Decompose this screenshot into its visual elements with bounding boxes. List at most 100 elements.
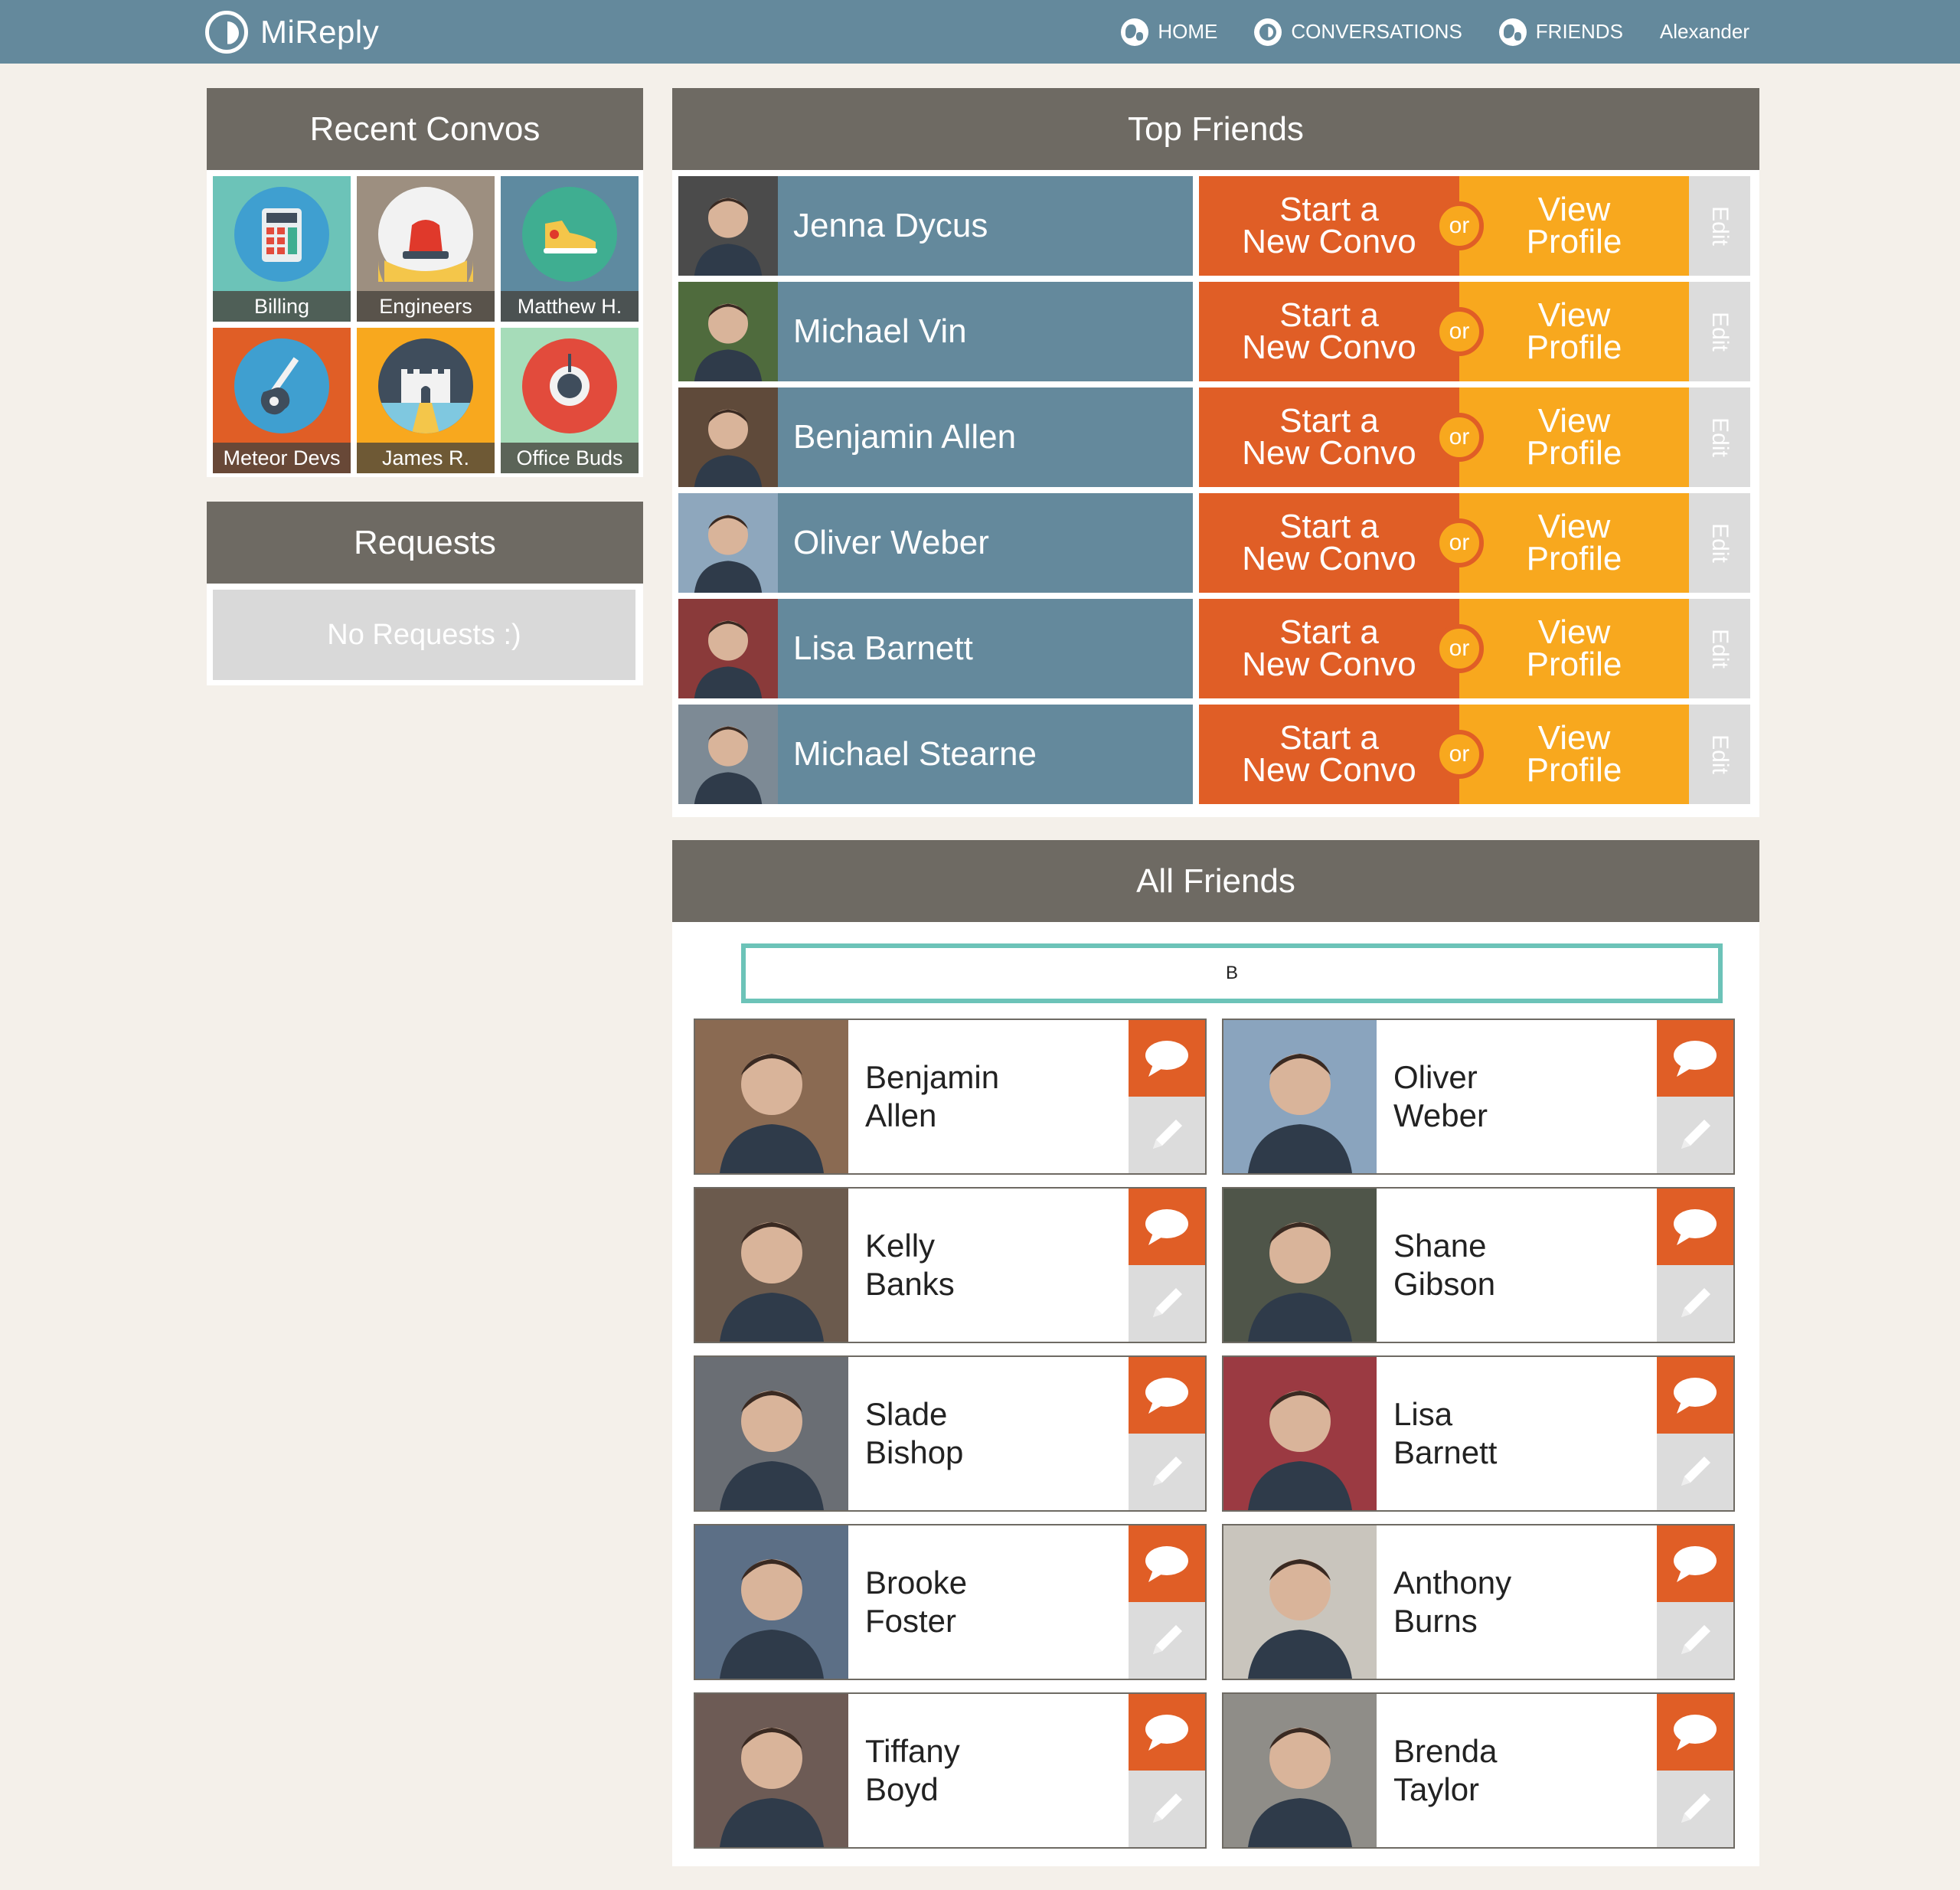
view-profile-button[interactable]: View Profile [1459,599,1689,698]
friend-search-input[interactable] [741,943,1723,1003]
friend-avatar[interactable] [678,387,778,487]
pencil-icon[interactable] [1129,1771,1205,1847]
start-new-convo-button[interactable]: Start a New Convo [1199,599,1459,698]
friend-avatar [1223,1189,1377,1342]
no-requests-message: No Requests :) [213,590,635,680]
edit-friend-button[interactable]: Edit [1689,387,1750,487]
friend-card[interactable]: Shane Gibson [1222,1187,1735,1343]
friend-name: Shane Gibson [1393,1189,1638,1342]
guitar-icon [234,338,329,433]
or-separator: or [1435,624,1484,673]
pencil-icon[interactable] [1657,1097,1733,1173]
friend-card[interactable]: Oliver Weber [1222,1019,1735,1175]
top-friend-name[interactable]: Benjamin Allen [778,387,1193,487]
pencil-icon[interactable] [1129,1097,1205,1173]
pencil-icon[interactable] [1657,1265,1733,1342]
edit-friend-button[interactable]: Edit [1689,599,1750,698]
edit-friend-button[interactable]: Edit [1689,493,1750,593]
nav-friends-label: FRIENDS [1535,20,1623,43]
chat-bubble-icon[interactable] [1129,1694,1205,1771]
friend-first-name: Slade [865,1396,948,1432]
friend-name: Tiffany Boyd [865,1694,1110,1847]
friend-avatar [695,1525,848,1679]
convo-tile-matthew-h[interactable]: Matthew H. [501,176,639,322]
convo-tile-office-buds[interactable]: Office Buds [501,328,639,473]
view-profile-line1: View [1537,402,1611,440]
pencil-icon[interactable] [1657,1602,1733,1679]
edit-friend-button[interactable]: Edit [1689,282,1750,381]
friend-card[interactable]: Tiffany Boyd [694,1692,1207,1849]
nav-conversations[interactable]: CONVERSATIONS [1254,18,1462,46]
chat-bubble-icon[interactable] [1129,1525,1205,1602]
friend-card[interactable]: Anthony Burns [1222,1524,1735,1680]
convo-label: James R. [357,443,495,473]
friend-card[interactable]: Kelly Banks [694,1187,1207,1343]
edit-label: Edit [1707,206,1733,246]
start-new-convo-button[interactable]: Start a New Convo [1199,493,1459,593]
top-friend-name[interactable]: Lisa Barnett [778,599,1193,698]
view-profile-button[interactable]: View Profile [1459,705,1689,804]
view-profile-line1: View [1537,296,1611,334]
friend-card[interactable]: Brenda Taylor [1222,1692,1735,1849]
friend-avatar [1223,1694,1377,1847]
top-friend-name[interactable]: Michael Vin [778,282,1193,381]
friend-last-name: Weber [1393,1097,1488,1133]
chat-bubble-icon[interactable] [1129,1189,1205,1265]
start-new-convo-button[interactable]: Start a New Convo [1199,282,1459,381]
friend-avatar[interactable] [678,493,778,593]
view-profile-line1: View [1537,191,1611,228]
chat-bubble-icon[interactable] [1657,1357,1733,1434]
view-profile-line2: Profile [1526,434,1622,472]
convo-tile-billing[interactable]: Billing [213,176,351,322]
pencil-icon[interactable] [1657,1771,1733,1847]
start-convo-line1: Start a [1279,613,1379,651]
view-profile-button[interactable]: View Profile [1459,387,1689,487]
nav-home[interactable]: HOME [1121,18,1217,46]
convo-tile-engineers[interactable]: Engineers [357,176,495,322]
view-profile-button[interactable]: View Profile [1459,176,1689,276]
chat-bubble-icon[interactable] [1657,1020,1733,1097]
friend-avatar[interactable] [678,599,778,698]
friend-first-name: Lisa [1393,1396,1453,1432]
view-profile-button[interactable]: View Profile [1459,282,1689,381]
edit-friend-button[interactable]: Edit [1689,176,1750,276]
chat-bubble-icon[interactable] [1129,1357,1205,1434]
friend-avatar[interactable] [678,705,778,804]
view-profile-line2: Profile [1526,646,1622,683]
friend-card[interactable]: Lisa Barnett [1222,1355,1735,1512]
pencil-icon[interactable] [1129,1602,1205,1679]
top-friends-panel: Top Friends Jenna Dycus Start a New Convo V… [672,88,1759,817]
top-friend-name[interactable]: Oliver Weber [778,493,1193,593]
pencil-icon[interactable] [1129,1265,1205,1342]
friend-first-name: Oliver [1393,1059,1478,1095]
nav-user-name[interactable]: Alexander [1660,20,1749,44]
friend-avatar[interactable] [678,282,778,381]
or-separator: or [1435,518,1484,567]
chat-bubble-icon[interactable] [1657,1525,1733,1602]
edit-friend-button[interactable]: Edit [1689,705,1750,804]
start-new-convo-button[interactable]: Start a New Convo [1199,176,1459,276]
friend-first-name: Anthony [1393,1565,1512,1601]
view-profile-line2: Profile [1526,540,1622,577]
friend-card[interactable]: Benjamin Allen [694,1019,1207,1175]
start-new-convo-button[interactable]: Start a New Convo [1199,387,1459,487]
view-profile-button[interactable]: View Profile [1459,493,1689,593]
top-friend-name[interactable]: Jenna Dycus [778,176,1193,276]
chat-bubble-icon[interactable] [1657,1694,1733,1771]
globe-icon [1121,18,1149,46]
start-new-convo-button[interactable]: Start a New Convo [1199,705,1459,804]
friend-avatar[interactable] [678,176,778,276]
convo-tile-james-r[interactable]: James R. [357,328,495,473]
chat-bubble-icon[interactable] [1657,1189,1733,1265]
friend-card[interactable]: Slade Bishop [694,1355,1207,1512]
chat-bubble-icon[interactable] [1129,1020,1205,1097]
brand[interactable]: MiReply [205,8,379,56]
start-convo-line1: Start a [1279,191,1379,228]
friend-card[interactable]: Brooke Foster [694,1524,1207,1680]
pencil-icon[interactable] [1129,1434,1205,1510]
pencil-icon[interactable] [1657,1434,1733,1510]
nav-friends[interactable]: FRIENDS [1498,18,1623,46]
top-friend-row: Oliver Weber Start a New Convo View Profile o… [678,493,1750,593]
convo-tile-meteor-devs[interactable]: Meteor Devs [213,328,351,473]
top-friend-name[interactable]: Michael Stearne [778,705,1193,804]
